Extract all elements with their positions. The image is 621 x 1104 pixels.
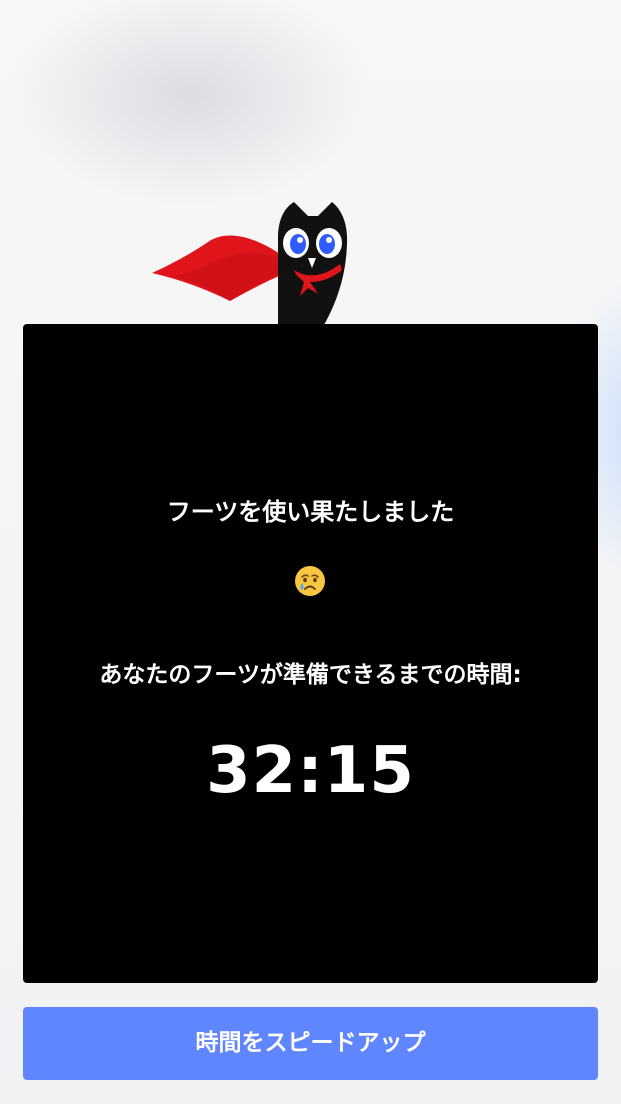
headline-text: フーツを使い果たしました — [166, 498, 455, 526]
crying-face-emoji — [295, 566, 325, 596]
wait-time-label: あなたのフーツが準備できるまでの時間: — [99, 662, 522, 688]
speed-up-button[interactable]: 時間をスピードアップ — [23, 1007, 598, 1080]
countdown-timer: 32:15 — [206, 734, 415, 808]
out-of-hoots-card — [23, 324, 598, 983]
app-screen: フーツを使い果たしました あなたのフーツが準備できるまでの時間: 32:15 時… — [0, 0, 621, 1104]
owl-with-red-cape-icon — [152, 202, 348, 332]
